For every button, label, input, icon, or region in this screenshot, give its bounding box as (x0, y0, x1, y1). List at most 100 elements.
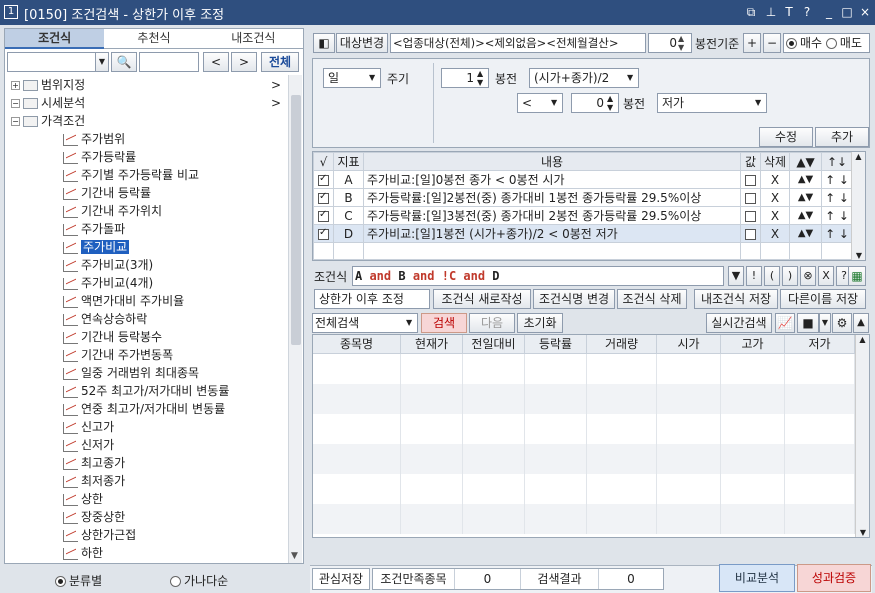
tree-item[interactable]: 기간내 주가변동폭 (63, 346, 173, 364)
tab-my-condition[interactable]: 내조건식 (203, 29, 303, 49)
tree-item[interactable]: 상한 (63, 490, 103, 508)
tree-item[interactable]: − 가격조건 (11, 112, 85, 130)
tree-item[interactable]: 연중 최고가/저가대비 변동률 (63, 400, 225, 418)
clear-formula-button[interactable]: X (818, 266, 834, 286)
xor-button[interactable]: ⊗ (800, 266, 816, 286)
realtime-search-button[interactable]: 실시간검색 (706, 313, 772, 333)
move-updown-icon[interactable]: ▲▼ (789, 206, 823, 225)
save-my-condition-button[interactable]: 내조건식 저장 (694, 289, 778, 309)
next-button[interactable]: > (231, 52, 257, 72)
submenu-arrow-icon[interactable]: > (271, 94, 281, 112)
tree-item[interactable]: 주가비교(4개) (63, 274, 153, 292)
rename-condition-button[interactable]: 조건식명 변경 (533, 289, 615, 309)
chart-icon[interactable]: 📈 (775, 313, 795, 333)
spinner-icon[interactable]: ▲ ▼ (477, 69, 483, 87)
table-row[interactable]: A 주가비교:[일]0봉전 종가 < 0봉전 시가 X ▲▼ ↑ ↓ (313, 170, 853, 189)
tree-item[interactable]: 기간내 주가위치 (63, 202, 162, 220)
reset-button[interactable]: 초기화 (517, 313, 563, 333)
checkbox-icon[interactable] (744, 192, 756, 204)
tree-item[interactable]: 최고종가 (63, 454, 125, 472)
tree-item[interactable]: 주가돌파 (63, 220, 125, 238)
row-checkbox[interactable] (313, 170, 334, 189)
collapse-icon[interactable]: − (11, 99, 20, 108)
tree-item[interactable]: − 시세분석 (11, 94, 85, 112)
delete-condition-button[interactable]: 조건식 삭제 (617, 289, 687, 309)
tree-item[interactable]: 신고가 (63, 418, 114, 436)
tree-filter-input[interactable] (139, 52, 199, 72)
expand-icon[interactable]: + (11, 81, 20, 90)
tree-item[interactable]: 기간내 등락봉수 (63, 328, 162, 346)
minimize-icon[interactable]: _ (822, 4, 836, 20)
row-value[interactable] (739, 188, 761, 207)
new-condition-button[interactable]: 조건식 새로작성 (433, 289, 531, 309)
order-icon[interactable]: ↑ ↓ (821, 170, 853, 189)
scroll-up-icon[interactable]: ▲ (852, 152, 865, 161)
condition-name-input[interactable]: 상한가 이후 조정 (314, 289, 430, 309)
checkbox-icon[interactable] (318, 209, 329, 222)
checkbox-icon[interactable] (318, 227, 329, 240)
results-col-header[interactable]: 저가 (785, 335, 855, 353)
close-icon[interactable]: × (858, 4, 872, 20)
increase-button[interactable]: + (743, 33, 761, 53)
row-delete[interactable]: X (759, 206, 791, 225)
row-value[interactable] (739, 224, 761, 243)
tab-condition[interactable]: 조건식 (5, 29, 105, 49)
order-icon[interactable]: ↑ ↓ (821, 224, 853, 243)
target-change-button[interactable]: 대상변경 (336, 33, 388, 53)
table-row[interactable]: C 주가등락률:[일]3봉전(중) 종가대비 2봉전 종가등락률 29.5%이상… (313, 206, 853, 225)
formula-input[interactable]: A and B and !C and D (352, 266, 724, 286)
compare-analysis-button[interactable]: 비교분석 (719, 564, 795, 592)
chevron-down-icon[interactable]: ▼ (819, 313, 831, 333)
tree-search-input[interactable] (7, 52, 97, 72)
row2-expr-select[interactable]: 저가 (657, 93, 767, 113)
tree-item[interactable]: 액면가대비 주가비율 (63, 292, 184, 310)
collapse-icon[interactable]: − (11, 117, 20, 126)
tree-item[interactable]: 상한가근접 (63, 526, 136, 544)
row-value[interactable] (739, 206, 761, 225)
add-button[interactable]: 추가 (815, 127, 869, 147)
row1-expr-select[interactable]: (시가+종가)/2 (529, 68, 639, 88)
sell-radio[interactable]: 매도 (825, 36, 862, 50)
scroll-down-icon[interactable]: ▼ (856, 528, 869, 537)
interest-save-button[interactable]: 관심저장 (312, 568, 370, 590)
save-as-button[interactable]: 다른이름 저장 (780, 289, 866, 309)
gear-icon[interactable]: ⚙ (832, 313, 852, 333)
buy-radio[interactable]: 매수 (786, 36, 822, 50)
tree-item[interactable]: 일중 거래범위 최대종목 (63, 364, 199, 382)
spinner-icon[interactable]: ▲ ▼ (607, 94, 613, 112)
row-delete[interactable]: X (759, 188, 791, 207)
results-col-header[interactable]: 시가 (657, 335, 721, 353)
close-paren-button[interactable]: ) (782, 266, 798, 286)
tree-item[interactable]: 장중상한 (63, 508, 125, 526)
order-icon[interactable]: ↑ ↓ (821, 206, 853, 225)
edit-button[interactable]: 수정 (759, 127, 813, 147)
performance-verify-button[interactable]: 성과검증 (797, 564, 871, 592)
collapse-icon[interactable]: ▲ (853, 313, 869, 333)
open-paren-button[interactable]: ( (764, 266, 780, 286)
table-row[interactable]: B 주가등락률:[일]2봉전(중) 종가대비 1봉전 종가등락률 29.5%이상… (313, 188, 853, 207)
tree-item[interactable]: 기간내 등락률 (63, 184, 151, 202)
scroll-up-icon[interactable]: ▲ (856, 335, 869, 344)
checkbox-icon[interactable] (744, 210, 756, 222)
tree-item[interactable]: 주가비교(3개) (63, 256, 153, 274)
all-button[interactable]: 전체 (261, 52, 299, 72)
view-icon[interactable]: ■ (797, 313, 819, 333)
not-button[interactable]: ! (746, 266, 762, 286)
prev-button[interactable]: < (203, 52, 229, 72)
results-col-header[interactable]: 거래량 (587, 335, 657, 353)
bong-offset-input[interactable]: 0 (648, 33, 692, 53)
search-button[interactable]: 검색 (421, 313, 467, 333)
tree-item[interactable]: 연속상승하락 (63, 310, 147, 328)
scroll-down-icon[interactable]: ▼ (291, 551, 298, 561)
tree-item[interactable]: 주가범위 (63, 130, 125, 148)
checkbox-icon[interactable] (744, 228, 756, 240)
tree-item[interactable]: 주기별 주가등락률 비교 (63, 166, 199, 184)
decrease-button[interactable]: − (763, 33, 781, 53)
checkbox-icon[interactable] (318, 173, 329, 186)
results-col-header[interactable]: 고가 (721, 335, 785, 353)
row-delete[interactable]: X (759, 224, 791, 243)
next-result-button[interactable]: 다음 (469, 313, 515, 333)
checkbox-icon[interactable] (318, 191, 329, 204)
dropdown-arrow-icon[interactable]: ▼ (95, 52, 109, 72)
submenu-arrow-icon[interactable]: > (271, 76, 281, 94)
